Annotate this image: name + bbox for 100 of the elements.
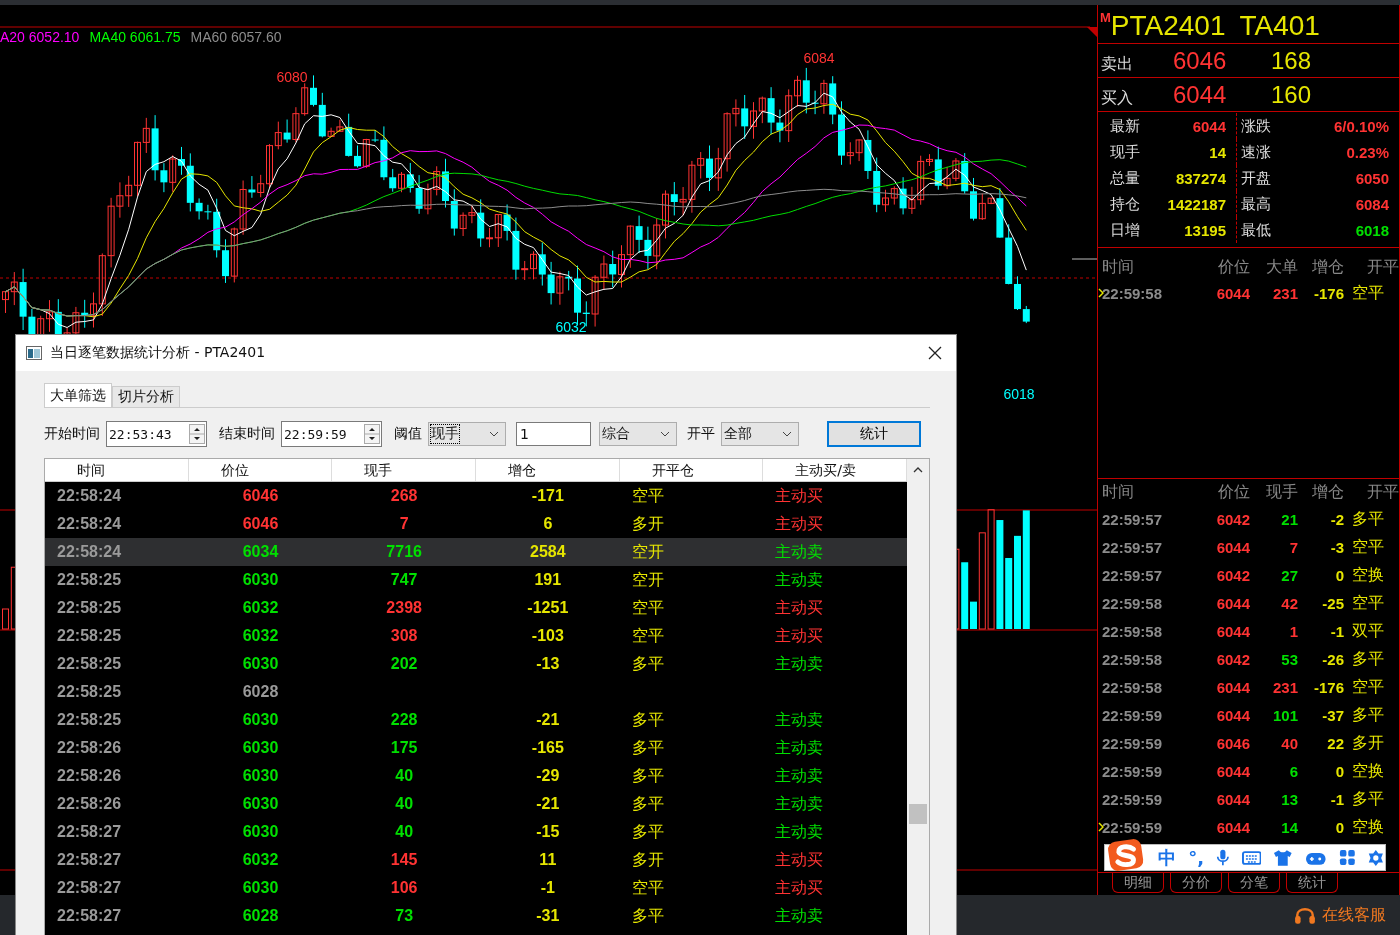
table-row[interactable]: 22:58:27 6028 73 -31 多平 主动卖 xyxy=(45,902,907,930)
panel-tab[interactable]: 分价 xyxy=(1170,873,1222,893)
stat-label: 日增 xyxy=(1110,220,1140,240)
column-header[interactable]: 开平仓 xyxy=(619,459,764,481)
trade-position-change: -37 xyxy=(1321,706,1344,724)
table-row[interactable]: 22:58:26 6030 40 -21 多平 主动卖 xyxy=(45,790,907,818)
trade-volume: 53 xyxy=(1280,650,1298,668)
spinner-arrows-icon[interactable] xyxy=(364,424,380,444)
table-row[interactable]: 22:58:25 6032 2398 -1251 空平 主动买 xyxy=(45,594,907,622)
threshold-label: 阈值 xyxy=(394,425,422,443)
table-row[interactable]: 22:58:25 6032 308 -103 空平 主动买 xyxy=(45,622,907,650)
online-support-link[interactable]: 在线客服 xyxy=(1294,904,1386,926)
book-price: 6044 xyxy=(1173,80,1228,109)
trade-volume: 27 xyxy=(1280,566,1298,584)
table-cell-text: 145 xyxy=(389,851,419,869)
table-cell-text: -21 xyxy=(535,711,561,729)
column-header: 大单 xyxy=(1265,256,1298,278)
trade-time: 22:59:57 xyxy=(1102,566,1163,584)
table-cell-text: 6 xyxy=(542,515,554,533)
table-row[interactable]: 22:58:25 6028 xyxy=(45,678,907,706)
grid-icon[interactable] xyxy=(1338,849,1356,866)
trade-price: 6044 xyxy=(1215,678,1250,696)
threshold-input[interactable]: 1 xyxy=(516,422,591,446)
spinner-arrows-icon[interactable] xyxy=(189,424,205,444)
price-extreme-label: 6080 xyxy=(276,69,308,85)
book-volume: 168 xyxy=(1271,46,1312,75)
dialog-tab[interactable]: 切片分析 xyxy=(112,386,180,407)
trade-price: 6046 xyxy=(1215,734,1250,752)
table-row[interactable]: 22:58:24 6034 7716 2584 空开 主动卖 xyxy=(45,538,907,566)
window-icon xyxy=(26,346,42,360)
stat-value: 6018 xyxy=(1355,221,1389,239)
table-row[interactable]: 22:58:27 6030 40 -15 多平 主动卖 xyxy=(45,818,907,846)
table-cell-text: 空开 xyxy=(630,541,665,563)
trade-position-change: -25 xyxy=(1321,594,1344,612)
start-time-label: 开始时间 xyxy=(44,425,100,443)
table-row[interactable]: 22:58:26 6030 40 -29 多平 主动卖 xyxy=(45,762,907,790)
scroll-up-icon[interactable] xyxy=(913,467,923,473)
trade-type: 空平 xyxy=(1351,592,1385,614)
microphone-icon[interactable] xyxy=(1216,848,1230,867)
shirt-icon[interactable] xyxy=(1273,848,1294,867)
table-cell-text: -13 xyxy=(535,655,561,673)
trade-volume: 40 xyxy=(1280,734,1298,752)
stat-value: 6/0.10% xyxy=(1333,117,1389,135)
keyboard-icon[interactable] xyxy=(1241,849,1262,866)
table-cell-text: 268 xyxy=(389,487,419,505)
column-header[interactable]: 时间 xyxy=(45,459,189,481)
table-row[interactable]: 22:58:27 6030 106 -1 空平 主动买 xyxy=(45,874,907,902)
table-row[interactable]: 22:58:24 6046 268 -171 空平 主动买 xyxy=(45,482,907,510)
trade-time: 22:59:58 xyxy=(1102,650,1163,668)
punctuation-toggle[interactable]: °, xyxy=(1188,847,1205,868)
table-cell-text: -29 xyxy=(535,767,561,785)
table-cell-text: 6030 xyxy=(241,767,280,785)
panel-tab[interactable]: 分笔 xyxy=(1228,873,1280,893)
table-cell-text: 6034 xyxy=(241,543,280,561)
column-header[interactable]: 价位 xyxy=(188,459,333,481)
panel-tab[interactable]: 明细 xyxy=(1112,873,1164,893)
trade-volume: 231 xyxy=(1271,284,1298,302)
table-cell-text: 主动卖 xyxy=(774,653,825,675)
table-row[interactable]: 22:58:25 6030 747 191 空开 主动卖 xyxy=(45,566,907,594)
table-cell-text: 22:58:25 xyxy=(56,571,123,589)
table-cell-text: 191 xyxy=(533,571,563,589)
open-close-dropdown[interactable]: 全部 xyxy=(721,422,799,446)
caret-icon xyxy=(660,431,670,437)
table-cell-text: -31 xyxy=(535,907,561,925)
book-label: 卖出 xyxy=(1101,54,1134,75)
dialog-tab[interactable]: 大单筛选 xyxy=(44,383,112,407)
stat-label: 总量 xyxy=(1110,168,1140,188)
stat-value: 14 xyxy=(1209,143,1226,161)
table-row[interactable]: 22:58:26 6030 175 -165 多平 主动卖 xyxy=(45,734,907,762)
table-row[interactable]: 22:58:25 6030 202 -13 多平 主动卖 xyxy=(45,650,907,678)
trade-volume: 1 xyxy=(1288,622,1298,640)
table-cell-text: 7716 xyxy=(385,543,423,561)
trade-position-change: -2 xyxy=(1329,510,1344,528)
statistics-button[interactable]: 统计 xyxy=(827,421,921,447)
start-time-field[interactable]: 22:53:43 xyxy=(106,421,207,447)
threshold-dropdown[interactable]: 现手 xyxy=(428,422,506,446)
trade-type: 双平 xyxy=(1351,620,1385,642)
close-icon[interactable] xyxy=(928,346,942,360)
table-cell-text: 6030 xyxy=(241,739,280,757)
trade-price: 6044 xyxy=(1215,762,1250,780)
price-extreme-label: 6032 xyxy=(555,319,587,335)
column-header[interactable]: 增仓 xyxy=(476,459,620,481)
end-time-field[interactable]: 22:59:59 xyxy=(281,421,382,447)
table-row[interactable]: 22:58:25 6030 228 -21 多平 主动卖 xyxy=(45,706,907,734)
trade-position-change: -26 xyxy=(1321,650,1344,668)
table-cell-text: 6028 xyxy=(241,907,280,925)
panel-tab[interactable]: 统计 xyxy=(1286,873,1338,893)
trade-type: 多平 xyxy=(1351,508,1385,530)
table-row[interactable]: 22:58:27 6032 145 11 多开 主动买 xyxy=(45,846,907,874)
table-cell-text: 空平 xyxy=(630,485,665,507)
table-cell-text: 22:58:26 xyxy=(56,739,123,757)
column-header[interactable]: 现手 xyxy=(332,459,476,481)
trade-type: 多平 xyxy=(1351,788,1385,810)
trade-position-change: 0 xyxy=(1334,566,1344,584)
mode-dropdown[interactable]: 综合 xyxy=(599,422,677,446)
table-row[interactable]: 22:58:24 6046 7 6 多开 主动买 xyxy=(45,510,907,538)
scrollbar-thumb[interactable] xyxy=(909,804,927,824)
input-mode-toggle[interactable]: 中 xyxy=(1158,845,1177,870)
table-cell-text: 空平 xyxy=(630,625,665,647)
column-header: 增仓 xyxy=(1311,256,1344,278)
